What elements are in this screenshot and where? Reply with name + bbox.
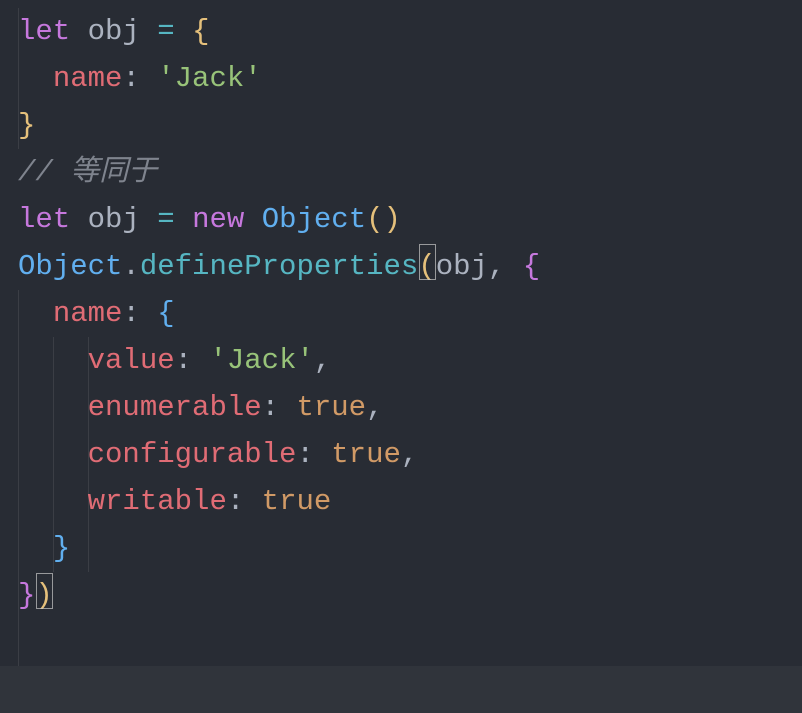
token-bool: true [331,438,401,471]
token-br-y: ) [384,203,401,236]
token-pun: , [366,391,383,424]
code-line[interactable]: value: 'Jack', [18,337,802,384]
token-pun [18,485,88,518]
token-var: obj [436,250,488,283]
token-pun [175,15,192,48]
token-pun: , [314,344,331,377]
token-br-m: { [523,250,540,283]
token-kw: new [192,203,244,236]
code-line[interactable]: }) [18,572,802,619]
code-line[interactable]: name: 'Jack' [18,55,802,102]
token-pun: : [262,391,297,424]
code-editor[interactable]: let obj = { name: 'Jack'} // 等同于 let obj =… [18,8,802,619]
token-br-m: } [18,579,35,612]
token-prop: configurable [88,438,297,471]
token-bool: true [296,391,366,424]
code-line[interactable]: let obj = { [18,8,802,55]
token-br-b: { [157,297,174,330]
token-prop: name [53,62,123,95]
token-br-b: } [53,532,70,565]
code-line[interactable]: } [18,525,802,572]
token-pun: : [122,297,157,330]
token-pun [244,203,261,236]
token-pun [18,438,88,471]
token-pun [140,203,157,236]
token-pun [70,15,87,48]
token-cmt: // 等同于 [18,156,157,189]
token-cls: Object [262,203,366,236]
token-pun: . [122,250,139,283]
token-pun [140,15,157,48]
token-br-y: ) [35,579,52,612]
token-kw: let [18,203,70,236]
code-line[interactable]: writable: true [18,478,802,525]
token-pun: : [122,62,157,95]
token-pun: : [296,438,331,471]
token-fn: defineProperties [140,250,418,283]
token-str: 'Jack' [209,344,313,377]
token-pun [18,344,88,377]
token-pun: , [401,438,418,471]
token-bool: true [262,485,332,518]
token-pun [18,297,53,330]
token-pun [18,391,88,424]
code-line[interactable]: name: { [18,290,802,337]
token-pun [18,62,53,95]
token-br-y: ( [366,203,383,236]
token-cls: Object [18,250,122,283]
code-line[interactable]: Object.defineProperties(obj, { [18,243,802,290]
token-op: = [157,15,174,48]
code-line[interactable]: // 等同于 [18,149,802,196]
code-line[interactable]: enumerable: true, [18,384,802,431]
token-prop: writable [88,485,227,518]
code-line[interactable]: let obj = new Object() [18,196,802,243]
token-var: obj [88,15,140,48]
code-line[interactable]: configurable: true, [18,431,802,478]
code-line[interactable]: } [18,102,802,149]
token-op: = [157,203,174,236]
token-prop: name [53,297,123,330]
token-var: obj [88,203,140,236]
token-pun [70,203,87,236]
token-pun: : [227,485,262,518]
token-br-y: { [192,15,209,48]
token-br-y: } [18,109,35,142]
token-pun: : [175,344,210,377]
token-pun [175,203,192,236]
token-prop: enumerable [88,391,262,424]
token-pun: , [488,250,523,283]
token-kw: let [18,15,70,48]
token-prop: value [88,344,175,377]
token-pun [18,532,53,565]
token-str: 'Jack' [157,62,261,95]
token-br-y: ( [418,250,435,283]
